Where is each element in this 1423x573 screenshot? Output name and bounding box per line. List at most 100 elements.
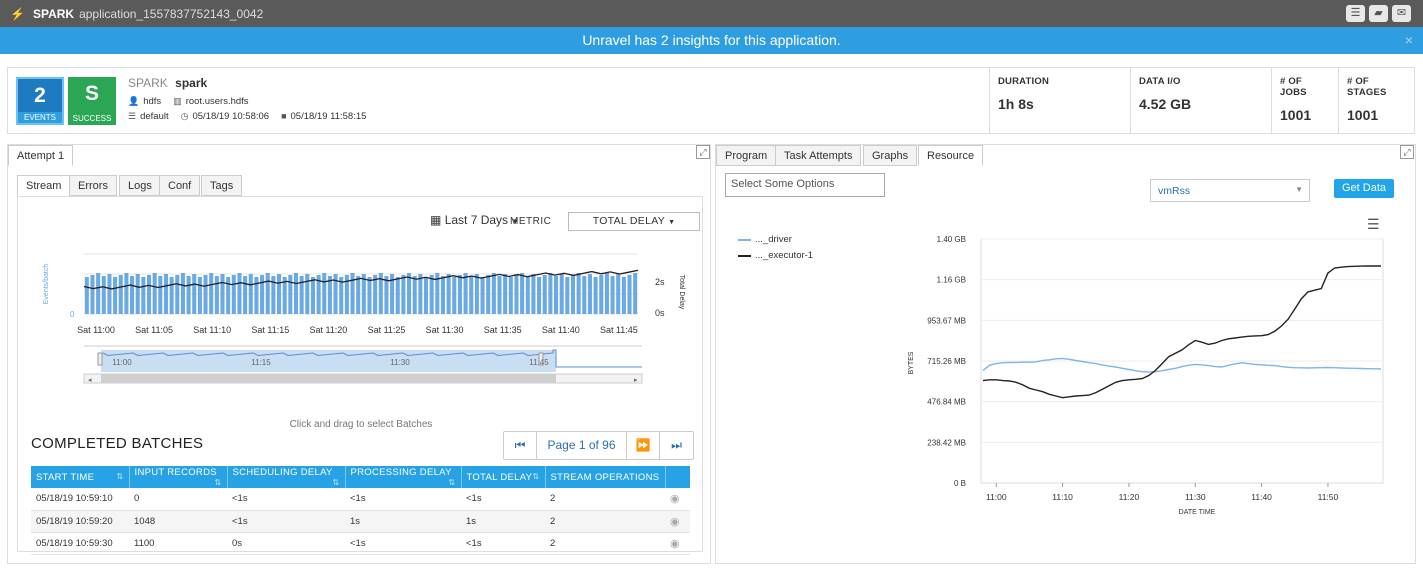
y-tick-label: 715.26 MB [927,357,966,366]
cell-input-records: 1100 [129,532,227,555]
event-bar [633,273,638,314]
y-tick-label: 238.42 MB [927,438,966,447]
col-stream-operations[interactable]: STREAM OPERATIONS [545,466,666,488]
stat-value: 1001 [1347,107,1379,123]
events-badge[interactable]: 2 EVENTS [16,77,64,125]
tab-graphs[interactable]: Graphs [863,145,918,166]
event-bar [101,276,106,314]
tab-stream[interactable]: Stream [17,175,71,196]
expand-icon[interactable]: ⤢ [1400,145,1414,159]
event-bar [146,275,152,314]
series-line-driver [982,357,1382,373]
x-tick-label: 11:00 [986,492,1007,502]
date-range-picker[interactable]: ▦ Last 7 Days ▼ [430,213,519,227]
tab-errors[interactable]: Errors [69,175,117,196]
tab-tags[interactable]: Tags [201,175,243,196]
event-bar [322,273,327,314]
chat-icon[interactable]: ▰ [1369,5,1388,22]
x-axis-label: DATE TIME [1179,509,1216,516]
resource-chart[interactable]: 0 B 238.42 MB 476.84 MB 715.26 MB 953.67 MB 1… [716,225,1416,525]
event-bar [542,275,547,314]
stat-label: # OF JOBS [1280,76,1307,98]
app-id-label: application_1557837752143_0042 [79,6,264,21]
get-data-button[interactable]: Get Data [1334,179,1394,198]
event-bar [118,275,123,314]
metric-select[interactable]: TOTAL DELAY ▼ [568,212,700,231]
metric-dropdown-value: vmRss [1158,185,1191,197]
y-right-tick: 0s [655,308,665,318]
table-row[interactable]: 05/18/19 10:59:10 0 <1s <1s <1s 2 ◉ [31,488,690,511]
sort-icon: ⇅ [116,471,124,481]
insights-banner[interactable]: Unravel has 2 insights for this applicat… [0,27,1423,54]
first-page-button[interactable]: ⏮ [504,432,537,459]
eye-icon[interactable]: ◉ [665,488,690,511]
tab-program[interactable]: Program [716,145,777,166]
event-bar [480,277,485,314]
table-row[interactable]: 05/18/19 10:59:30 1100 0s <1s <1s 2 ◉ [31,532,690,555]
event-bar [356,276,361,314]
col-processing-delay[interactable]: PROCESSING DELAY ⇅ [345,466,462,488]
event-bar [429,275,434,314]
event-bar [452,277,457,314]
insights-text[interactable]: Unravel has 2 insights for this applicat… [582,32,840,48]
tab-resource[interactable]: Resource [918,145,984,166]
event-bar [446,274,451,314]
event-bar [169,277,174,314]
cell-scheduling-delay: <1s [227,510,345,533]
metric-dropdown[interactable]: vmRss ▼ [1150,179,1310,202]
eye-icon[interactable]: ◉ [665,532,690,555]
cell-input-records: 1048 [129,510,227,533]
col-start-time[interactable]: START TIME ⇅ [31,466,130,488]
start-time: 05/18/19 10:58:06 [192,111,270,122]
event-bar [627,275,632,314]
clock-icon: ◷ [180,111,189,121]
stream-chart[interactable]: Events/batch 0 2s 0s Total Delay Sat 11:00 Sat… [18,237,704,427]
col-actions [665,466,690,488]
expand-icon[interactable]: ⤢ [696,145,710,159]
event-bar [621,277,626,314]
x-tick-label: Sat 11:20 [309,325,347,335]
events-count: 2 [34,84,46,107]
y-left-label: Events/batch [43,264,50,305]
event-bar [587,274,592,314]
x-tick-label: Sat 11:40 [542,325,580,335]
comment-icon[interactable]: ✉ [1392,5,1411,22]
stat-label: DURATION [998,76,1050,87]
cell-processing-delay: <1s [345,532,461,555]
col-scheduling-delay[interactable]: SCHEDULING DELAY ⇅ [227,466,346,488]
tab-task-attempts[interactable]: Task Attempts [775,145,862,166]
tab-attempt-1[interactable]: Attempt 1 [8,145,74,166]
caret-down-icon: ▼ [1295,185,1303,194]
navigator-tick: 11:15 [251,358,271,367]
navigator-tick: 11:30 [390,358,410,367]
event-bar [327,276,332,314]
event-bar [277,274,282,314]
batches-table: START TIME ⇅ INPUT RECORDS ⇅ SCHEDULING DE… [31,466,690,555]
event-bar [163,274,168,314]
last-page-button[interactable]: ⏭ [660,432,693,459]
event-bar [565,277,570,314]
next-page-button[interactable]: ⏩ [627,432,660,459]
cell-scheduling-delay: <1s [227,488,345,511]
event-bar [254,277,259,314]
table-row[interactable]: 05/18/19 10:59:20 1048 <1s 1s 1s 2 ◉ [31,510,690,533]
cell-start-time: 05/18/19 10:59:30 [31,532,129,555]
event-bar [231,275,236,314]
tab-logs[interactable]: Logs [119,175,161,196]
series-line-executor [982,265,1381,399]
event-bar [423,277,429,314]
stat-data-io: DATA I/O 4.52 GB [1130,68,1271,133]
event-bar [237,273,242,314]
event-bar [180,273,185,314]
eye-icon[interactable]: ◉ [665,510,690,533]
col-input-records[interactable]: INPUT RECORDS ⇅ [129,466,228,488]
event-bar [582,276,587,314]
close-icon[interactable]: × [1405,27,1413,54]
stat-value: 4.52 GB [1139,96,1192,112]
cell-processing-delay: 1s [345,510,461,533]
list-icon[interactable]: ☰ [1346,5,1365,22]
col-total-delay[interactable]: TOTAL DELAY ⇅ [461,466,546,488]
tab-conf[interactable]: Conf [159,175,201,196]
x-tick-label: Sat 11:00 [77,325,115,335]
options-input[interactable]: Select Some Options [725,173,885,197]
